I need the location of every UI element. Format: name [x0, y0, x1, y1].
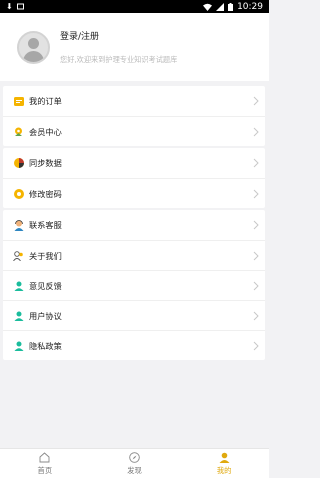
- chevron-right-icon: [253, 251, 259, 261]
- member-icon: [13, 126, 24, 137]
- menu-label-change-password: 修改密码: [29, 188, 62, 199]
- chevron-right-icon: [253, 158, 259, 168]
- tab-discover[interactable]: 发现: [90, 449, 180, 478]
- feedback-icon: [13, 280, 24, 291]
- avatar[interactable]: [17, 30, 50, 64]
- menu-item-customer-service[interactable]: 联系客服: [3, 210, 265, 240]
- menu-item-member-center[interactable]: 会员中心: [3, 116, 265, 146]
- agreement-icon: [13, 310, 24, 321]
- tab-label-discover: 发现: [127, 465, 142, 475]
- menu-group-support: 联系客服 关于我们 意见反馈 用户协议 隐私政策: [3, 210, 265, 360]
- menu-item-privacy-policy[interactable]: 隐私政策: [3, 330, 265, 360]
- menu-label-member-center: 会员中心: [29, 126, 62, 137]
- tab-label-home: 首页: [37, 465, 53, 475]
- menu-group-data: 同步数据 修改密码: [3, 148, 265, 208]
- tab-home[interactable]: 首页: [0, 449, 90, 478]
- download-icon: ⬇: [6, 1, 13, 11]
- chevron-right-icon: [253, 189, 259, 199]
- menu-item-about-us[interactable]: 关于我们: [3, 240, 265, 270]
- profile-text: 登录/注册 您好,欢迎来到护理专业知识考试题库: [60, 29, 177, 65]
- menu-label-feedback: 意见反馈: [29, 280, 62, 291]
- chevron-right-icon: [253, 127, 259, 137]
- chevron-right-icon: [253, 281, 259, 291]
- profile-header[interactable]: 登录/注册 您好,欢迎来到护理专业知识考试题库: [0, 13, 269, 81]
- password-icon: [13, 188, 24, 199]
- menu-item-sync-data[interactable]: 同步数据: [3, 148, 265, 178]
- menu-label-orders: 我的订单: [29, 96, 62, 106]
- tab-mine[interactable]: 我的: [179, 449, 269, 478]
- user-icon: [219, 452, 230, 463]
- menu-item-change-password[interactable]: 修改密码: [3, 178, 265, 208]
- chevron-right-icon: [253, 311, 259, 321]
- status-bar: ⬇ 10:29: [0, 0, 269, 13]
- menu-label-privacy-policy: 隐私政策: [29, 340, 62, 351]
- status-left: ⬇: [6, 1, 24, 11]
- home-icon: [39, 451, 50, 463]
- wifi-icon: [203, 3, 213, 11]
- sync-icon: [13, 158, 24, 169]
- battery-icon: [228, 2, 234, 11]
- about-icon: [13, 250, 24, 261]
- bottom-tab-bar: 首页 发现 我的: [0, 448, 269, 478]
- menu-label-sync-data: 同步数据: [29, 158, 62, 168]
- welcome-text: 您好,欢迎来到护理专业知识考试题库: [60, 55, 178, 64]
- compass-icon: [129, 451, 140, 463]
- login-register-link[interactable]: 登录/注册: [60, 29, 177, 42]
- status-time: 10:29: [237, 1, 263, 12]
- order-icon: [13, 96, 24, 107]
- menu-item-user-agreement[interactable]: 用户协议: [3, 300, 265, 330]
- chevron-right-icon: [253, 96, 259, 106]
- status-right: 10:29: [203, 2, 263, 12]
- avatar-body: [23, 50, 44, 62]
- menu-item-orders[interactable]: 我的订单: [3, 86, 265, 116]
- chevron-right-icon: [253, 341, 259, 351]
- tab-label-mine: 我的: [216, 465, 232, 475]
- menu-label-about-us: 关于我们: [29, 250, 62, 261]
- menu-label-user-agreement: 用户协议: [29, 310, 62, 321]
- signal-icon: [216, 2, 225, 11]
- chevron-right-icon: [253, 220, 259, 230]
- customer-service-icon: [13, 219, 24, 231]
- menu-label-customer-service: 联系客服: [29, 220, 62, 230]
- menu-item-feedback[interactable]: 意见反馈: [3, 270, 265, 300]
- notification-icon: [16, 3, 24, 10]
- avatar-head: [28, 37, 39, 49]
- menu-group-account: 我的订单 会员中心: [3, 86, 265, 146]
- privacy-icon: [13, 340, 24, 351]
